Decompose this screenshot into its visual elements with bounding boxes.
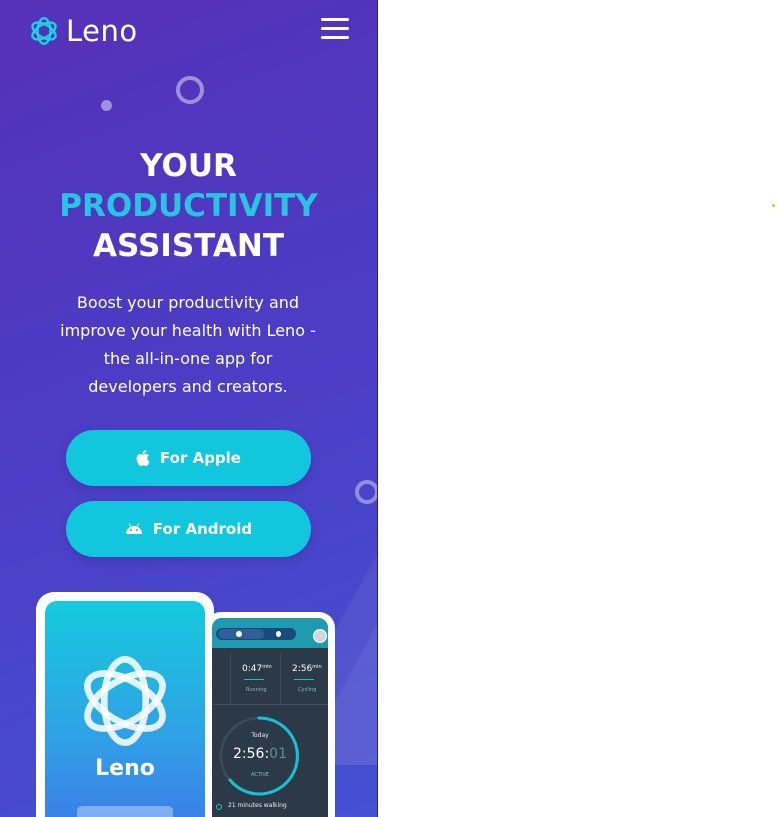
- avatar: [313, 629, 327, 643]
- download-android-label: For Android: [152, 520, 253, 538]
- menu-line: [321, 18, 349, 21]
- stat-underline: [294, 679, 314, 680]
- phone-mockup-splash: Leno: [36, 592, 214, 817]
- gauge-status: ACTIVE: [251, 772, 269, 778]
- download-apple-button[interactable]: For Apple: [66, 430, 311, 486]
- leno-logo-icon: [31, 17, 57, 45]
- splash-screen: Leno: [45, 601, 205, 817]
- decor-ring: [176, 76, 204, 104]
- sun-icon: [236, 631, 242, 637]
- android-icon: [125, 523, 142, 534]
- activity-item: 21 minutes walking: [228, 802, 287, 809]
- divider: [230, 654, 231, 704]
- dashboard-header: [212, 618, 328, 648]
- menu-line: [321, 36, 349, 39]
- walk-icon: [216, 804, 222, 810]
- phone-mockup-dashboard: 0:47min Running 2:56min Cycling Today 2:…: [205, 612, 335, 817]
- stat-running-label: Running: [246, 687, 267, 693]
- decor-ring: [355, 480, 377, 504]
- divider: [212, 704, 328, 705]
- hamburger-menu-button[interactable]: [321, 18, 349, 42]
- splash-app-name: Leno: [95, 756, 155, 781]
- brand-logo[interactable]: Leno: [28, 14, 138, 48]
- hero-description: Boost your productivity and improve your…: [60, 293, 316, 396]
- gauge-timer: 2:56:01: [233, 746, 287, 762]
- cursor-dot: [772, 204, 775, 207]
- decor-dot: [101, 100, 112, 111]
- stat-cycling-value: 2:56min: [292, 664, 322, 674]
- stat-running-value: 0:47min: [242, 664, 272, 674]
- drop-icon: [276, 631, 281, 637]
- stat-underline: [244, 679, 264, 680]
- headline-line-2: PRODUCTIVITY: [59, 188, 318, 224]
- dashboard-screen: 0:47min Running 2:56min Cycling Today 2:…: [212, 618, 328, 817]
- download-apple-label: For Apple: [160, 449, 241, 467]
- splash-button: [77, 806, 173, 817]
- divider: [280, 654, 281, 704]
- stat-cycling-label: Cycling: [298, 687, 317, 693]
- hero-headline: YOUR PRODUCTIVITY ASSISTANT: [0, 146, 377, 266]
- brand-name: Leno: [66, 14, 138, 48]
- leno-logo-icon: [84, 656, 166, 746]
- apple-icon: [136, 450, 150, 466]
- headline-line-3: ASSISTANT: [93, 228, 284, 264]
- navbar: Leno: [0, 0, 377, 64]
- hero-section: Leno YOUR PRODUCTIVITY ASSISTANT Boost y…: [0, 0, 378, 817]
- gauge-label: Today: [251, 732, 269, 739]
- headline-line-1: YOUR: [140, 148, 237, 184]
- download-android-button[interactable]: For Android: [66, 501, 311, 557]
- menu-line: [321, 27, 349, 30]
- mode-toggle: [216, 628, 296, 640]
